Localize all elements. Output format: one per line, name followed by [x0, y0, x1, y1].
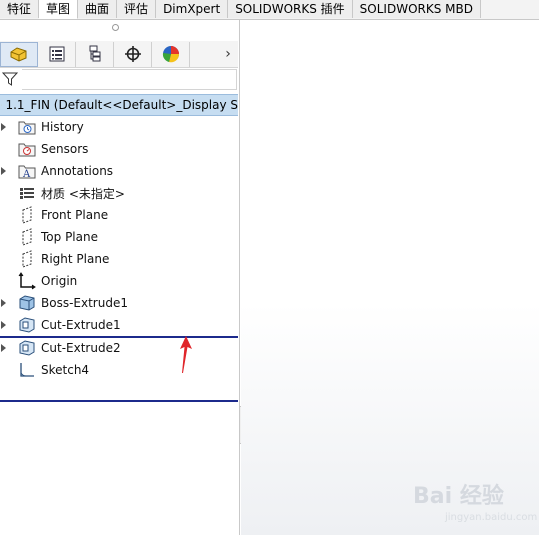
tree-item-label: Origin [41, 274, 78, 288]
material-icon [20, 188, 34, 199]
filter-icon[interactable] [2, 71, 18, 87]
tree-item-label: Cut-Extrude1 [41, 318, 121, 332]
expand-arrow-icon[interactable] [1, 299, 6, 307]
display-manager-icon [162, 46, 179, 63]
command-manager-tabs: 特征 草图 曲面 评估 DimXpert SOLIDWORKS 插件 SOLID… [0, 0, 539, 20]
tab-surfaces[interactable]: 曲面 [78, 0, 118, 18]
cut-extrude-icon [19, 317, 35, 333]
tree-bottom-line [0, 400, 238, 402]
tree-item-sensors[interactable]: Sensors [0, 138, 238, 160]
tab-solidworks-mbd[interactable]: SOLIDWORKS MBD [352, 0, 481, 18]
tree-item-label: 材质 <未指定> [41, 186, 125, 201]
panel-grip-icon[interactable] [112, 24, 119, 31]
sketch-icon [20, 363, 34, 377]
tree-item-label: Boss-Extrude1 [41, 296, 128, 310]
boss-extrude-icon [19, 295, 35, 311]
tree-item-front-plane[interactable]: Front Plane [0, 204, 238, 226]
dimxpert-icon [124, 46, 141, 62]
tree-item-label: History [41, 120, 84, 134]
expand-arrow-icon[interactable] [1, 167, 6, 175]
graphics-area[interactable] [241, 20, 539, 535]
cut-extrude-icon [19, 340, 35, 356]
filter-input[interactable] [22, 69, 237, 90]
property-manager-icon [49, 46, 64, 62]
origin-icon [18, 272, 36, 290]
tree-item-label: Cut-Extrude2 [41, 341, 121, 355]
tree-item-boss-extrude1[interactable]: Boss-Extrude1 [0, 292, 238, 314]
tree-root-part[interactable]: 1.1_FIN (Default<<Default>_Display S [0, 94, 238, 116]
tree-item-annotations[interactable]: A Annotations [0, 160, 238, 182]
expand-arrow-icon[interactable] [1, 344, 6, 352]
tree-item-history[interactable]: History [0, 116, 238, 138]
plane-icon [22, 206, 32, 224]
red-arrow-annotation [180, 336, 192, 373]
plane-icon [22, 250, 32, 268]
tab-evaluate[interactable]: 评估 [117, 0, 157, 18]
config-manager-tab[interactable] [76, 41, 114, 67]
tree-item-label: Front Plane [41, 208, 109, 222]
watermark: Bai 经验 [413, 484, 504, 509]
tree-item-label: Right Plane [41, 252, 110, 266]
tree-item-label: Sensors [41, 142, 89, 156]
part-icon [10, 47, 27, 62]
expand-arrow-icon[interactable] [1, 321, 6, 329]
tree-item-label: Sketch4 [41, 363, 90, 377]
tree-item-cut-extrude2[interactable]: Cut-Extrude2 [0, 337, 238, 359]
history-folder-icon [18, 121, 36, 135]
feature-manager-panel: › 1.1_FIN (Default<<Default>_Display S H… [0, 20, 240, 535]
tab-solidworks-addins[interactable]: SOLIDWORKS 插件 [228, 0, 353, 18]
tree-item-cut-extrude1[interactable]: Cut-Extrude1 [0, 314, 238, 336]
annotations-icon: A [18, 165, 36, 179]
tree-item-label: Annotations [41, 164, 114, 178]
root-label: 1.1_FIN (Default<<Default>_Display S [5, 98, 238, 112]
feature-manager-tab[interactable] [0, 41, 38, 67]
tree-item-origin[interactable]: Origin [0, 270, 238, 292]
tree-item-top-plane[interactable]: Top Plane [0, 226, 238, 248]
plane-icon [22, 228, 32, 246]
tree-item-material[interactable]: 材质 <未指定> [0, 182, 238, 204]
property-manager-tab[interactable] [38, 41, 76, 67]
tree-item-label: Top Plane [41, 230, 98, 244]
config-manager-icon [89, 45, 100, 62]
manager-tabs: › [0, 41, 238, 68]
sensors-icon [18, 143, 36, 157]
tree-item-sketch4[interactable]: Sketch4 [0, 359, 238, 381]
tree-item-right-plane[interactable]: Right Plane [0, 248, 238, 270]
more-tabs-chevron-icon[interactable]: › [218, 46, 238, 62]
svg-text:A: A [22, 169, 31, 179]
dimxpert-manager-tab[interactable] [114, 41, 152, 67]
tab-features[interactable]: 特征 [0, 0, 40, 18]
display-manager-tab[interactable] [152, 41, 190, 67]
tab-dimxpert[interactable]: DimXpert [156, 0, 229, 18]
tree-filter[interactable] [0, 68, 238, 90]
tab-sketch[interactable]: 草图 [39, 0, 79, 19]
watermark-sub: jingyan.baidu.com [445, 512, 538, 523]
expand-arrow-icon[interactable] [1, 123, 6, 131]
